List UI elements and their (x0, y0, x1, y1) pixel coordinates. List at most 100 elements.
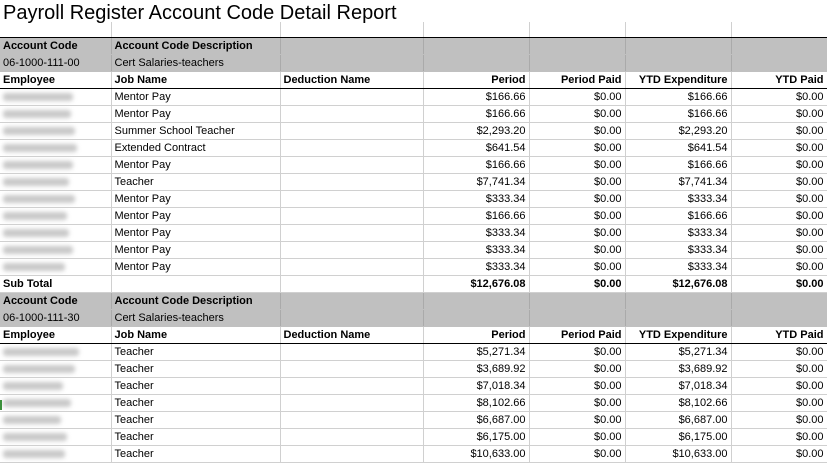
period-paid-cell[interactable]: $0.00 (529, 445, 626, 463)
period-cell[interactable]: $333.34 (423, 190, 530, 208)
empty-cell[interactable] (0, 22, 112, 38)
employee-name-redacted[interactable] (0, 343, 112, 361)
ytd-expenditure-cell[interactable]: $3,689.92 (625, 360, 732, 378)
period-paid-cell[interactable]: $0.00 (529, 428, 626, 446)
ytd-paid-cell[interactable]: $0.00 (731, 258, 827, 276)
job-name-cell[interactable]: Mentor Pay (111, 241, 281, 259)
period-header[interactable]: Period (423, 71, 530, 89)
deduction-name-header[interactable]: Deduction Name (280, 71, 424, 89)
ytd-expenditure-cell[interactable]: $333.34 (625, 190, 732, 208)
ytd-expenditure-header[interactable]: YTD Expenditure (625, 326, 732, 344)
job-name-cell[interactable]: Teacher (111, 428, 281, 446)
job-name-cell[interactable]: Summer School Teacher (111, 122, 281, 140)
job-name-cell[interactable]: Teacher (111, 360, 281, 378)
job-name-cell[interactable]: Mentor Pay (111, 105, 281, 123)
employee-header[interactable]: Employee (0, 326, 112, 344)
subtotal-ytd-paid[interactable]: $0.00 (731, 275, 827, 293)
subtotal-label[interactable]: Sub Total (0, 275, 112, 293)
job-name-cell[interactable]: Mentor Pay (111, 190, 281, 208)
deduction-name-cell[interactable] (280, 411, 424, 429)
period-cell[interactable]: $7,741.34 (423, 173, 530, 191)
empty-cell[interactable] (423, 292, 530, 310)
job-name-cell[interactable]: Mentor Pay (111, 88, 281, 106)
empty-cell[interactable] (529, 22, 626, 38)
period-paid-cell[interactable]: $0.00 (529, 190, 626, 208)
account-code-value[interactable]: 06-1000-111-30 (0, 309, 112, 327)
empty-cell[interactable] (529, 292, 626, 310)
deduction-name-cell[interactable] (280, 343, 424, 361)
period-paid-cell[interactable]: $0.00 (529, 411, 626, 429)
job-name-cell[interactable]: Mentor Pay (111, 224, 281, 242)
ytd-paid-cell[interactable]: $0.00 (731, 122, 827, 140)
deduction-name-cell[interactable] (280, 190, 424, 208)
period-cell[interactable]: $6,687.00 (423, 411, 530, 429)
account-code-label[interactable]: Account Code (0, 292, 112, 310)
job-name-cell[interactable]: Teacher (111, 377, 281, 395)
ytd-expenditure-cell[interactable]: $166.66 (625, 207, 732, 225)
ytd-paid-cell[interactable]: $0.00 (731, 343, 827, 361)
ytd-paid-cell[interactable]: $0.00 (731, 445, 827, 463)
ytd-expenditure-cell[interactable]: $333.34 (625, 258, 732, 276)
deduction-name-cell[interactable] (280, 122, 424, 140)
period-paid-header[interactable]: Period Paid (529, 326, 626, 344)
job-name-cell[interactable]: Mentor Pay (111, 156, 281, 174)
empty-cell[interactable] (731, 22, 827, 38)
ytd-expenditure-cell[interactable]: $166.66 (625, 156, 732, 174)
period-paid-cell[interactable]: $0.00 (529, 156, 626, 174)
period-paid-cell[interactable]: $0.00 (529, 139, 626, 157)
period-paid-cell[interactable]: $0.00 (529, 105, 626, 123)
employee-name-redacted[interactable] (0, 139, 112, 157)
job-name-header[interactable]: Job Name (111, 71, 281, 89)
period-cell[interactable]: $7,018.34 (423, 377, 530, 395)
period-paid-cell[interactable]: $0.00 (529, 122, 626, 140)
period-paid-cell[interactable]: $0.00 (529, 88, 626, 106)
employee-header[interactable]: Employee (0, 71, 112, 89)
deduction-name-cell[interactable] (280, 241, 424, 259)
period-paid-cell[interactable]: $0.00 (529, 394, 626, 412)
ytd-expenditure-cell[interactable]: $10,633.00 (625, 445, 732, 463)
empty-cell[interactable] (731, 309, 827, 327)
period-cell[interactable]: $333.34 (423, 241, 530, 259)
employee-name-redacted[interactable] (0, 207, 112, 225)
period-header[interactable]: Period (423, 326, 530, 344)
deduction-name-cell[interactable] (280, 445, 424, 463)
ytd-paid-header[interactable]: YTD Paid (731, 326, 827, 344)
employee-name-redacted[interactable] (0, 445, 112, 463)
period-paid-cell[interactable]: $0.00 (529, 343, 626, 361)
empty-cell[interactable] (280, 275, 424, 293)
empty-cell[interactable] (731, 37, 827, 55)
empty-cell[interactable] (625, 22, 732, 38)
ytd-expenditure-cell[interactable]: $333.34 (625, 224, 732, 242)
period-cell[interactable]: $166.66 (423, 207, 530, 225)
period-paid-cell[interactable]: $0.00 (529, 207, 626, 225)
deduction-name-cell[interactable] (280, 394, 424, 412)
deduction-name-cell[interactable] (280, 360, 424, 378)
ytd-expenditure-cell[interactable]: $2,293.20 (625, 122, 732, 140)
employee-name-redacted[interactable] (0, 258, 112, 276)
deduction-name-cell[interactable] (280, 173, 424, 191)
ytd-paid-cell[interactable]: $0.00 (731, 394, 827, 412)
empty-cell[interactable] (280, 37, 424, 55)
period-paid-cell[interactable]: $0.00 (529, 173, 626, 191)
period-paid-cell[interactable]: $0.00 (529, 360, 626, 378)
employee-name-redacted[interactable] (0, 394, 112, 412)
empty-cell[interactable] (731, 54, 827, 72)
employee-name-redacted[interactable] (0, 190, 112, 208)
job-name-cell[interactable]: Teacher (111, 343, 281, 361)
employee-name-redacted[interactable] (0, 428, 112, 446)
period-cell[interactable]: $6,175.00 (423, 428, 530, 446)
period-cell[interactable]: $166.66 (423, 156, 530, 174)
ytd-expenditure-cell[interactable]: $166.66 (625, 105, 732, 123)
empty-cell[interactable] (731, 292, 827, 310)
ytd-expenditure-cell[interactable]: $7,018.34 (625, 377, 732, 395)
job-name-cell[interactable]: Teacher (111, 394, 281, 412)
empty-cell[interactable] (280, 292, 424, 310)
empty-cell[interactable] (423, 54, 530, 72)
period-paid-header[interactable]: Period Paid (529, 71, 626, 89)
empty-cell[interactable] (280, 54, 424, 72)
account-description-label[interactable]: Account Code Description (111, 37, 281, 55)
empty-cell[interactable] (423, 37, 530, 55)
ytd-expenditure-header[interactable]: YTD Expenditure (625, 71, 732, 89)
account-description-label[interactable]: Account Code Description (111, 292, 281, 310)
ytd-paid-cell[interactable]: $0.00 (731, 241, 827, 259)
